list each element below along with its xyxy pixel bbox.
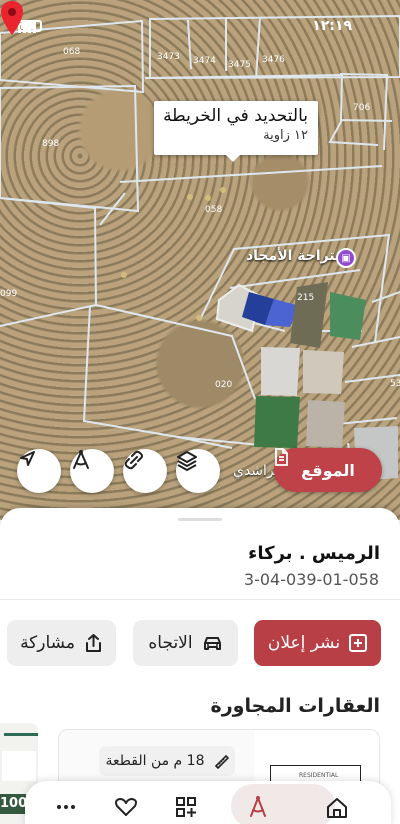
heart-icon xyxy=(115,798,137,816)
plot-label: 3473 xyxy=(157,52,180,62)
plot-label: 3476 xyxy=(262,55,285,65)
compass-icon xyxy=(73,450,89,469)
direction-label: الاتجاه xyxy=(148,633,193,653)
navigation-button[interactable] xyxy=(17,449,61,493)
compass-button[interactable] xyxy=(70,449,114,493)
layers-icon xyxy=(177,451,197,471)
plot-label: 020 xyxy=(215,380,233,390)
home-icon xyxy=(327,797,347,818)
publish-ad-button[interactable]: نشر إعلان xyxy=(254,620,381,666)
plot-label: 068 xyxy=(63,47,81,57)
plot-label: 53 xyxy=(390,379,400,389)
nearby-properties-title: العقارات المجاورة xyxy=(210,695,380,717)
home-nav-button[interactable] xyxy=(325,795,349,819)
plot-label: 3474 xyxy=(193,56,216,66)
navigation-arrow-icon xyxy=(20,451,35,466)
distance-chip: 18 م من القطعة xyxy=(99,746,235,776)
compass-icon xyxy=(250,796,266,817)
callout-subtitle: ١٢ زاوية xyxy=(263,128,308,143)
property-sheet: الرميس . بركاء 3-04-039-01-058 مشاركة ال… xyxy=(0,508,400,824)
layers-button[interactable] xyxy=(176,449,220,493)
location-label: الموقع xyxy=(301,460,355,480)
publish-label: نشر إعلان xyxy=(267,633,341,653)
property-code: 3-04-039-01-058 xyxy=(243,570,379,589)
map-nav-button[interactable] xyxy=(246,795,270,819)
camera-poi-icon[interactable]: ▣ xyxy=(336,248,356,268)
add-nav-button[interactable] xyxy=(174,795,198,819)
share-icon xyxy=(85,633,101,652)
callout-title: بالتحديد في الخريطة xyxy=(163,106,308,126)
link-icon xyxy=(124,450,143,470)
plot-label: 215 xyxy=(297,293,315,303)
location-button[interactable]: الموقع xyxy=(274,448,382,492)
share-button[interactable]: مشاركة xyxy=(7,620,116,666)
map-callout[interactable]: بالتحديد في الخريطة ١٢ زاوية xyxy=(154,101,318,162)
plot-label: 706 xyxy=(353,103,371,113)
distance-label: 18 م من القطعة xyxy=(105,753,205,769)
section-divider xyxy=(0,599,400,600)
grid-plus-icon xyxy=(176,797,196,817)
direction-button[interactable]: الاتجاه xyxy=(133,620,238,666)
plan-label: RESIDENTIAL xyxy=(299,772,339,779)
plot-label: 898 xyxy=(42,139,60,149)
favorites-nav-button[interactable] xyxy=(114,795,138,819)
plus-icon xyxy=(349,634,368,652)
share-label: مشاركة xyxy=(20,633,75,653)
preview-price: 100 xyxy=(0,794,27,814)
more-dots-icon xyxy=(57,805,75,809)
document-icon xyxy=(275,448,288,466)
link-button[interactable] xyxy=(123,449,167,493)
map-pin-icon[interactable] xyxy=(0,0,24,36)
car-icon xyxy=(203,637,221,650)
bottom-navigation xyxy=(25,781,391,824)
plot-label: 099 xyxy=(0,289,18,299)
status-time: ١٢:١٩ xyxy=(312,18,352,34)
status-bar: ١٢:١٩ xyxy=(0,0,400,44)
sheet-handle[interactable] xyxy=(178,518,222,521)
plot-label: 058 xyxy=(205,205,223,215)
more-nav-button[interactable] xyxy=(54,795,78,819)
plot-label: 3475 xyxy=(228,60,251,70)
ruler-icon xyxy=(214,754,229,769)
property-title: الرميس . بركاء xyxy=(248,543,380,564)
satellite-map[interactable]: ١٢:١٩ 068 3473 3474 3475 3476 706 898 05… xyxy=(0,0,400,520)
